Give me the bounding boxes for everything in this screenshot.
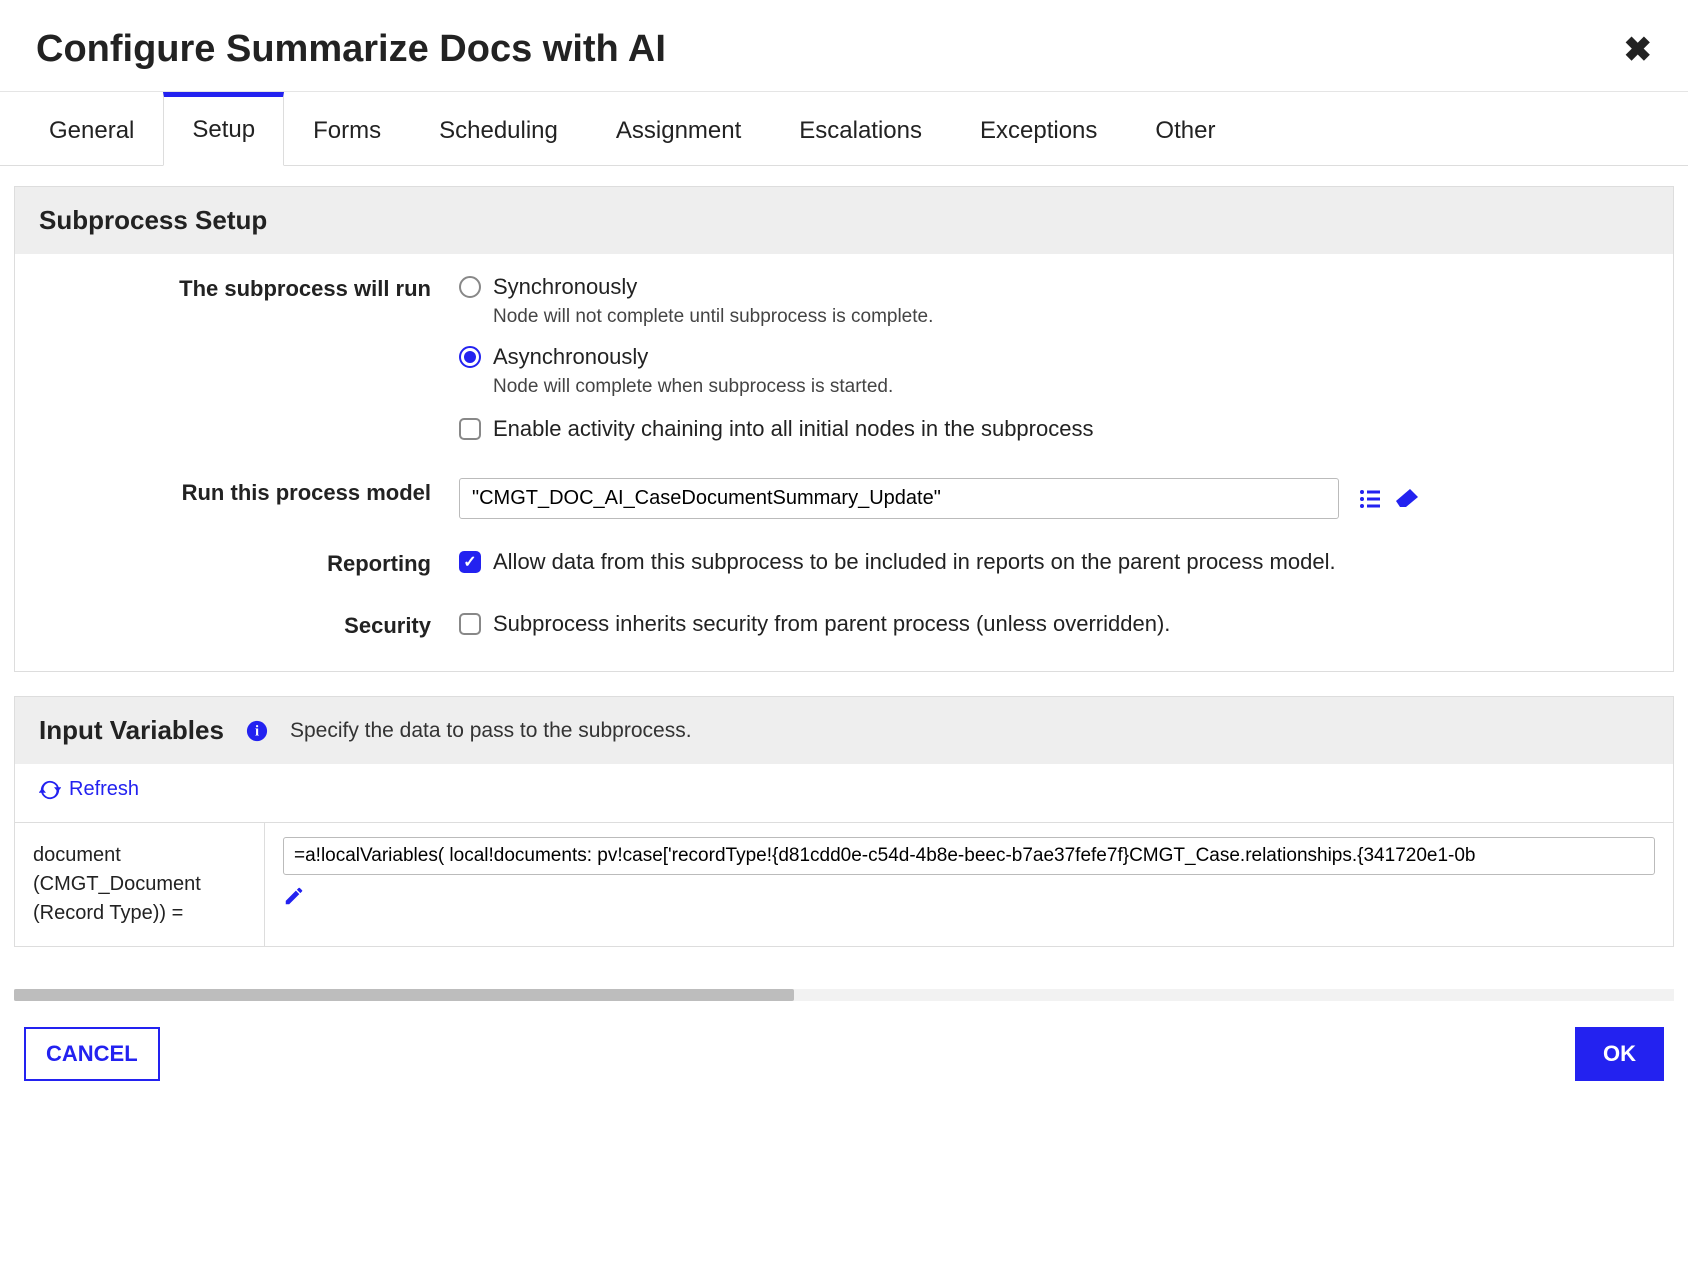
ok-button[interactable]: OK [1575,1027,1664,1081]
tab-setup[interactable]: Setup [163,92,284,166]
checkbox-reporting-label: Allow data from this subprocess to be in… [493,549,1336,575]
tab-exceptions[interactable]: Exceptions [951,92,1126,165]
configure-dialog: Configure Summarize Docs with AI ✖ Gener… [0,0,1688,1111]
list-icon[interactable] [1358,487,1382,511]
tab-other[interactable]: Other [1126,92,1244,165]
subprocess-setup-header: Subprocess Setup [15,187,1673,254]
refresh-link[interactable]: Refresh [15,764,163,801]
checkbox-activity-chaining[interactable] [459,418,481,440]
input-variables-hint: Specify the data to pass to the subproce… [290,719,692,743]
tab-escalations[interactable]: Escalations [770,92,951,165]
tab-bar: General Setup Forms Scheduling Assignmen… [0,92,1688,166]
refresh-icon [39,779,61,801]
dialog-content: Subprocess Setup The subprocess will run… [0,166,1688,981]
checkbox-activity-chaining-label: Enable activity chaining into all initia… [493,416,1093,442]
dialog-title: Configure Summarize Docs with AI [36,28,666,71]
subprocess-setup-heading: Subprocess Setup [39,205,267,236]
subprocess-setup-panel: Subprocess Setup The subprocess will run… [14,186,1674,672]
info-icon: i [246,720,268,742]
close-icon[interactable]: ✖ [1624,30,1653,70]
input-variables-panel: Input Variables i Specify the data to pa… [14,696,1674,947]
radio-synchronously-label: Synchronously [493,274,637,300]
tab-forms[interactable]: Forms [284,92,410,165]
dialog-header: Configure Summarize Docs with AI ✖ [0,0,1688,92]
tab-assignment[interactable]: Assignment [587,92,770,165]
radio-asynchronously-label: Asynchronously [493,344,648,370]
radio-synchronously-desc: Node will not complete until subprocess … [493,306,1649,328]
tab-general[interactable]: General [20,92,163,165]
tab-scheduling[interactable]: Scheduling [410,92,587,165]
svg-text:i: i [255,723,259,739]
checkbox-security[interactable] [459,613,481,635]
cancel-button[interactable]: CANCEL [24,1027,160,1081]
input-variables-heading: Input Variables [39,715,224,746]
reporting-label: Reporting [39,549,459,581]
variable-expression-input[interactable] [283,837,1655,875]
process-model-input[interactable] [459,478,1339,519]
run-mode-label: The subprocess will run [39,274,459,448]
radio-asynchronously-desc: Node will complete when subprocess is st… [493,376,1649,398]
radio-synchronously[interactable] [459,276,481,298]
horizontal-scrollbar[interactable] [14,989,1674,1001]
horizontal-scrollbar-thumb[interactable] [14,989,794,1001]
eraser-icon[interactable] [1394,487,1422,511]
checkbox-security-label: Subprocess inherits security from parent… [493,611,1170,637]
input-variables-table: document (CMGT_Document (Record Type)) = [15,822,1673,946]
refresh-label: Refresh [69,778,139,801]
security-label: Security [39,611,459,643]
radio-asynchronously[interactable] [459,346,481,368]
variable-name: document (CMGT_Document (Record Type)) = [15,823,265,946]
input-variables-header: Input Variables i Specify the data to pa… [15,697,1673,764]
dialog-footer: CANCEL OK [0,1001,1688,1111]
checkbox-reporting[interactable] [459,551,481,573]
process-model-label: Run this process model [39,478,459,519]
edit-expression-icon[interactable] [283,885,305,907]
